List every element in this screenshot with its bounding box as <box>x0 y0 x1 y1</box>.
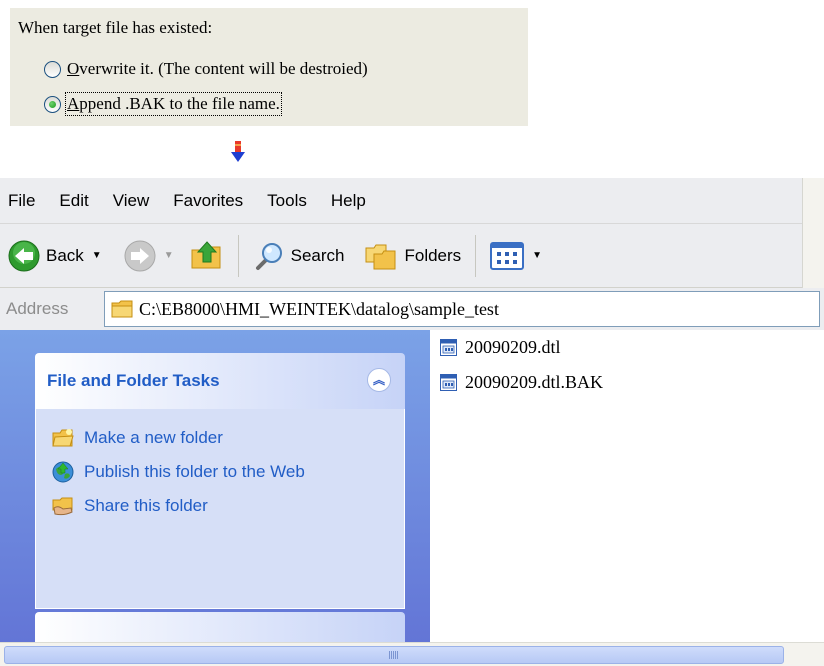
file-folder-tasks-header[interactable]: File and Folder Tasks ︽ <box>35 353 405 409</box>
file-item[interactable]: 20090209.dtl <box>440 337 561 358</box>
address-path: C:\EB8000\HMI_WEINTEK\datalog\sample_tes… <box>139 298 499 319</box>
views-icon <box>490 241 525 270</box>
views-button[interactable]: ▼ <box>484 234 548 278</box>
file-name: 20090209.dtl.BAK <box>465 372 604 392</box>
toolbar-separator <box>475 234 477 277</box>
forward-button[interactable]: ▼ <box>118 234 180 278</box>
menu-favorites[interactable]: Favorites <box>161 191 255 211</box>
file-item[interactable]: 20090209.dtl.BAK <box>440 372 603 393</box>
address-label: Address <box>6 299 69 318</box>
overwrite-label[interactable]: Overwrite it. (The content will be destr… <box>67 59 368 79</box>
toolbar-edge <box>802 224 824 288</box>
folders-button[interactable]: Folders <box>358 234 467 278</box>
dtl-file-icon <box>440 374 457 391</box>
task-list: Make a new folder Publish this folder to… <box>35 409 405 609</box>
overwrite-option[interactable]: Overwrite it. (The content will be destr… <box>44 59 368 79</box>
task-pane: File and Folder Tasks ︽ Make a new folde… <box>0 330 430 642</box>
task-share-folder-label: Share this folder <box>84 496 208 515</box>
option-panel-title: When target file has existed: <box>18 18 213 37</box>
search-button[interactable]: Search <box>247 234 351 278</box>
task-panel-title: File and Folder Tasks <box>47 371 220 390</box>
back-button[interactable]: Back ▼ <box>0 234 108 278</box>
menubar-edge <box>802 178 824 224</box>
address-field[interactable]: C:\EB8000\HMI_WEINTEK\datalog\sample_tes… <box>104 291 820 327</box>
append-bak-label[interactable]: Append .BAK to the file name. <box>65 92 282 116</box>
share-folder-icon <box>52 497 73 516</box>
menu-tools[interactable]: Tools <box>255 191 319 211</box>
search-label: Search <box>290 245 345 265</box>
grip-icon <box>389 651 399 659</box>
back-dropdown-icon[interactable]: ▼ <box>92 250 102 261</box>
dtl-file-icon <box>440 339 457 356</box>
standard-toolbar: Back ▼ ▼ Search Folders ▼ <box>0 224 824 288</box>
new-folder-icon <box>52 429 74 447</box>
overwrite-mnemonic: O <box>67 59 80 78</box>
down-arrow-icon <box>231 141 245 162</box>
overwrite-text: verwrite it. (The content will be destro… <box>79 59 368 78</box>
task-publish-web[interactable]: Publish this folder to the Web <box>52 461 404 483</box>
collapse-chevron-icon[interactable]: ︽ <box>367 368 391 392</box>
views-dropdown-icon[interactable]: ▼ <box>532 250 542 261</box>
folder-icon <box>111 300 133 318</box>
up-button[interactable] <box>184 234 230 278</box>
file-folder-tasks-panel: File and Folder Tasks ︽ Make a new folde… <box>35 353 405 609</box>
menu-view[interactable]: View <box>101 191 162 211</box>
publish-web-icon <box>52 461 74 483</box>
menu-bar: File Edit View Favorites Tools Help <box>0 178 824 224</box>
task-share-folder[interactable]: Share this folder <box>52 495 404 517</box>
menu-edit[interactable]: Edit <box>47 191 100 211</box>
task-make-new-folder-label: Make a new folder <box>84 428 223 447</box>
append-bak-mnemonic: A <box>67 94 80 113</box>
task-make-new-folder[interactable]: Make a new folder <box>52 427 404 449</box>
append-bak-radio[interactable] <box>44 95 61 113</box>
explorer-window: File Edit View Favorites Tools Help Back… <box>0 178 824 666</box>
append-bak-option[interactable]: Append .BAK to the file name. <box>44 92 282 116</box>
folders-icon <box>365 244 396 269</box>
up-folder-icon <box>191 240 221 268</box>
forward-icon <box>124 240 156 271</box>
file-name: 20090209.dtl <box>465 337 561 357</box>
search-icon <box>255 242 282 270</box>
menu-file[interactable]: File <box>0 191 47 211</box>
horizontal-scrollbar[interactable] <box>0 642 824 666</box>
menu-help[interactable]: Help <box>319 191 378 211</box>
address-bar: Address C:\EB8000\HMI_WEINTEK\datalog\sa… <box>0 288 824 330</box>
back-label: Back <box>46 245 84 265</box>
other-places-panel-header[interactable] <box>35 612 405 642</box>
toolbar-separator <box>237 234 239 277</box>
option-panel: When target file has existed: Overwrite … <box>10 8 528 126</box>
file-list: 20090209.dtl 20090209.dtl.BAK <box>430 330 824 642</box>
folders-label: Folders <box>404 245 462 265</box>
task-publish-web-label: Publish this folder to the Web <box>84 462 305 481</box>
forward-dropdown-icon[interactable]: ▼ <box>164 250 174 261</box>
append-bak-text: ppend .BAK to the file name. <box>79 94 280 113</box>
scrollbar-thumb[interactable] <box>4 646 784 664</box>
overwrite-radio[interactable] <box>44 60 61 78</box>
back-icon <box>8 240 40 271</box>
